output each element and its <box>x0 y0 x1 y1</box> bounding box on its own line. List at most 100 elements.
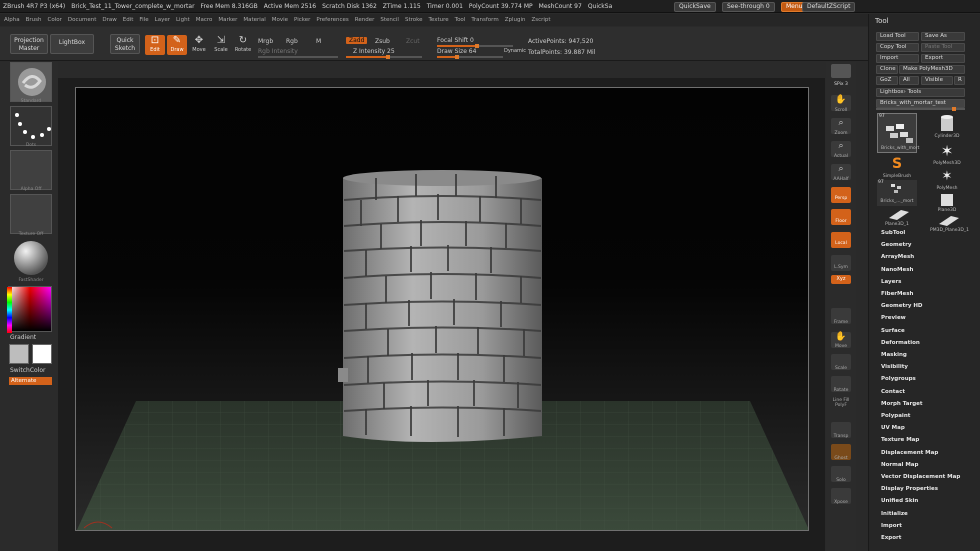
menu-item-layer[interactable]: Layer <box>155 17 170 23</box>
color-picker[interactable] <box>7 286 52 333</box>
texture-selector[interactable] <box>10 194 52 234</box>
menu-item-document[interactable]: Document <box>68 17 97 23</box>
clone-button[interactable]: Clone <box>876 65 898 74</box>
hue-strip[interactable] <box>7 287 12 333</box>
lightbox-tools-button[interactable]: Lightbox› Tools <box>876 88 965 97</box>
load-tool-button[interactable]: Load Tool <box>876 32 919 41</box>
dynamic-toggle[interactable]: Dynamic <box>504 48 526 54</box>
menu-item-zscript[interactable]: Zscript <box>531 17 550 23</box>
quicksave-button[interactable]: QuickSave <box>674 2 716 12</box>
z-intensity-track[interactable] <box>346 55 422 59</box>
mrgb-toggle[interactable]: Mrgb <box>258 38 273 45</box>
menu-item-color[interactable]: Color <box>48 17 62 23</box>
stroke-selector[interactable] <box>10 106 52 146</box>
menu-item-light[interactable]: Light <box>176 17 190 23</box>
line-fill-label[interactable]: Line Fill PolyF <box>826 398 856 408</box>
default-zscript-button[interactable]: DefaultZScript <box>802 2 856 12</box>
secondary-color-swatch[interactable] <box>9 344 29 364</box>
rgb-toggle[interactable]: Rgb <box>286 38 298 45</box>
tool-tile-plane3d-1[interactable]: Plane3D_1 <box>877 206 917 228</box>
zsub-toggle[interactable]: Zsub <box>375 38 390 45</box>
xyz-button[interactable]: Xyz <box>831 275 851 284</box>
edit-button[interactable]: ⊡ Edit <box>145 35 165 55</box>
subpalette-visibility[interactable]: Visibility <box>881 364 908 370</box>
subpalette-layers[interactable]: Layers <box>881 279 901 285</box>
zcut-toggle[interactable]: Zcut <box>406 38 420 45</box>
zadd-toggle[interactable]: Zadd <box>346 37 368 44</box>
subpalette-geometry[interactable]: Geometry <box>881 242 911 248</box>
draw-size-slider[interactable]: Draw Size 64 <box>437 48 476 55</box>
current-tool-track[interactable] <box>876 107 965 111</box>
subpalette-polygroups[interactable]: Polygroups <box>881 376 916 382</box>
subpalette-polypaint[interactable]: Polypaint <box>881 413 910 419</box>
menu-item-marker[interactable]: Marker <box>218 17 237 23</box>
main-color-swatch[interactable] <box>32 344 52 364</box>
gradient-label[interactable]: Gradient <box>10 334 36 341</box>
subpalette-import[interactable]: Import <box>881 523 902 529</box>
m-toggle[interactable]: M <box>316 38 321 45</box>
subpalette-geometry-hd[interactable]: Geometry HD <box>881 303 923 309</box>
alternate-button[interactable]: Alternate <box>9 377 52 385</box>
subpalette-subtool[interactable]: SubTool <box>881 230 905 236</box>
menu-item-draw[interactable]: Draw <box>102 17 116 23</box>
subpalette-contact[interactable]: Contact <box>881 389 905 395</box>
subpalette-initialize[interactable]: Initialize <box>881 511 908 517</box>
projection-master-button[interactable]: Projection Master <box>10 34 48 54</box>
goz-button[interactable]: GoZ <box>876 76 898 85</box>
r-button[interactable]: R <box>954 76 965 85</box>
all-button[interactable]: All <box>899 76 919 85</box>
lightbox-button[interactable]: LightBox <box>50 34 94 54</box>
menu-item-file[interactable]: File <box>139 17 148 23</box>
tool-tile-bricks-1[interactable]: 97 Bricks_with_mort <box>877 113 919 153</box>
subpalette-masking[interactable]: Masking <box>881 352 907 358</box>
menu-item-picker[interactable]: Picker <box>294 17 310 23</box>
subpalette-export[interactable]: Export <box>881 535 901 541</box>
menu-item-material[interactable]: Material <box>243 17 265 23</box>
switch-color-button[interactable]: SwitchColor <box>10 367 46 374</box>
tool-tile-polymesh[interactable]: ✶ PolyMesh <box>927 169 967 193</box>
bpr-button[interactable] <box>831 64 851 78</box>
menu-item-zplugin[interactable]: Zplugin <box>505 17 526 23</box>
menu-item-macro[interactable]: Macro <box>196 17 213 23</box>
z-intensity-knob[interactable] <box>386 55 390 59</box>
menu-item-preferences[interactable]: Preferences <box>316 17 348 23</box>
subpalette-vector-displacement-map[interactable]: Vector Displacement Map <box>881 474 960 480</box>
subpalette-surface[interactable]: Surface <box>881 328 905 334</box>
subpalette-morph-target[interactable]: Morph Target <box>881 401 923 407</box>
menu-item-brush[interactable]: Brush <box>26 17 42 23</box>
alpha-selector[interactable] <box>10 150 52 190</box>
save-as-button[interactable]: Save As <box>921 32 965 41</box>
import-tool-button[interactable]: Import <box>876 54 919 63</box>
rotate-button[interactable]: ↻ Rotate <box>233 35 253 55</box>
z-intensity-slider[interactable]: Z Intensity 25 <box>353 48 395 55</box>
subpalette-displacement-map[interactable]: Displacement Map <box>881 450 938 456</box>
subpalette-unified-skin[interactable]: Unified Skin <box>881 498 918 504</box>
subpalette-preview[interactable]: Preview <box>881 315 906 321</box>
see-through-slider[interactable]: See-through 0 <box>722 2 775 12</box>
material-selector[interactable] <box>10 239 52 279</box>
focal-shift-slider[interactable]: Focal Shift 0 <box>437 37 474 44</box>
make-polymesh3d-button[interactable]: Make PolyMesh3D <box>899 65 965 74</box>
draw-size-knob[interactable] <box>455 55 459 59</box>
export-tool-button[interactable]: Export <box>921 54 965 63</box>
menu-item-stroke[interactable]: Stroke <box>405 17 423 23</box>
menu-item-stencil[interactable]: Stencil <box>380 17 399 23</box>
subpalette-normal-map[interactable]: Normal Map <box>881 462 918 468</box>
tool-tile-cylinder3d[interactable]: Cylinder3D <box>927 113 967 141</box>
move-button[interactable]: ✥ Move <box>189 35 209 55</box>
rgb-intensity-track[interactable] <box>258 56 338 58</box>
subpalette-uv-map[interactable]: UV Map <box>881 425 905 431</box>
scale-button[interactable]: ⇲ Scale <box>211 35 231 55</box>
tool-tile-plane3d[interactable]: Plane3D <box>927 192 967 214</box>
tool-tile-simplebrush[interactable]: S SimpleBrush <box>877 155 917 181</box>
viewport[interactable] <box>75 87 809 531</box>
menu-item-render[interactable]: Render <box>355 17 375 23</box>
visible-button[interactable]: Visible <box>921 76 953 85</box>
subpalette-deformation[interactable]: Deformation <box>881 340 920 346</box>
brush-selector[interactable] <box>10 62 52 102</box>
menu-item-movie[interactable]: Movie <box>272 17 288 23</box>
subpalette-arraymesh[interactable]: ArrayMesh <box>881 254 914 260</box>
draw-button[interactable]: ✎ Draw <box>167 35 187 55</box>
paste-tool-button[interactable]: Paste Tool <box>921 43 965 52</box>
rgb-intensity-slider[interactable]: Rgb Intensity <box>258 48 298 55</box>
